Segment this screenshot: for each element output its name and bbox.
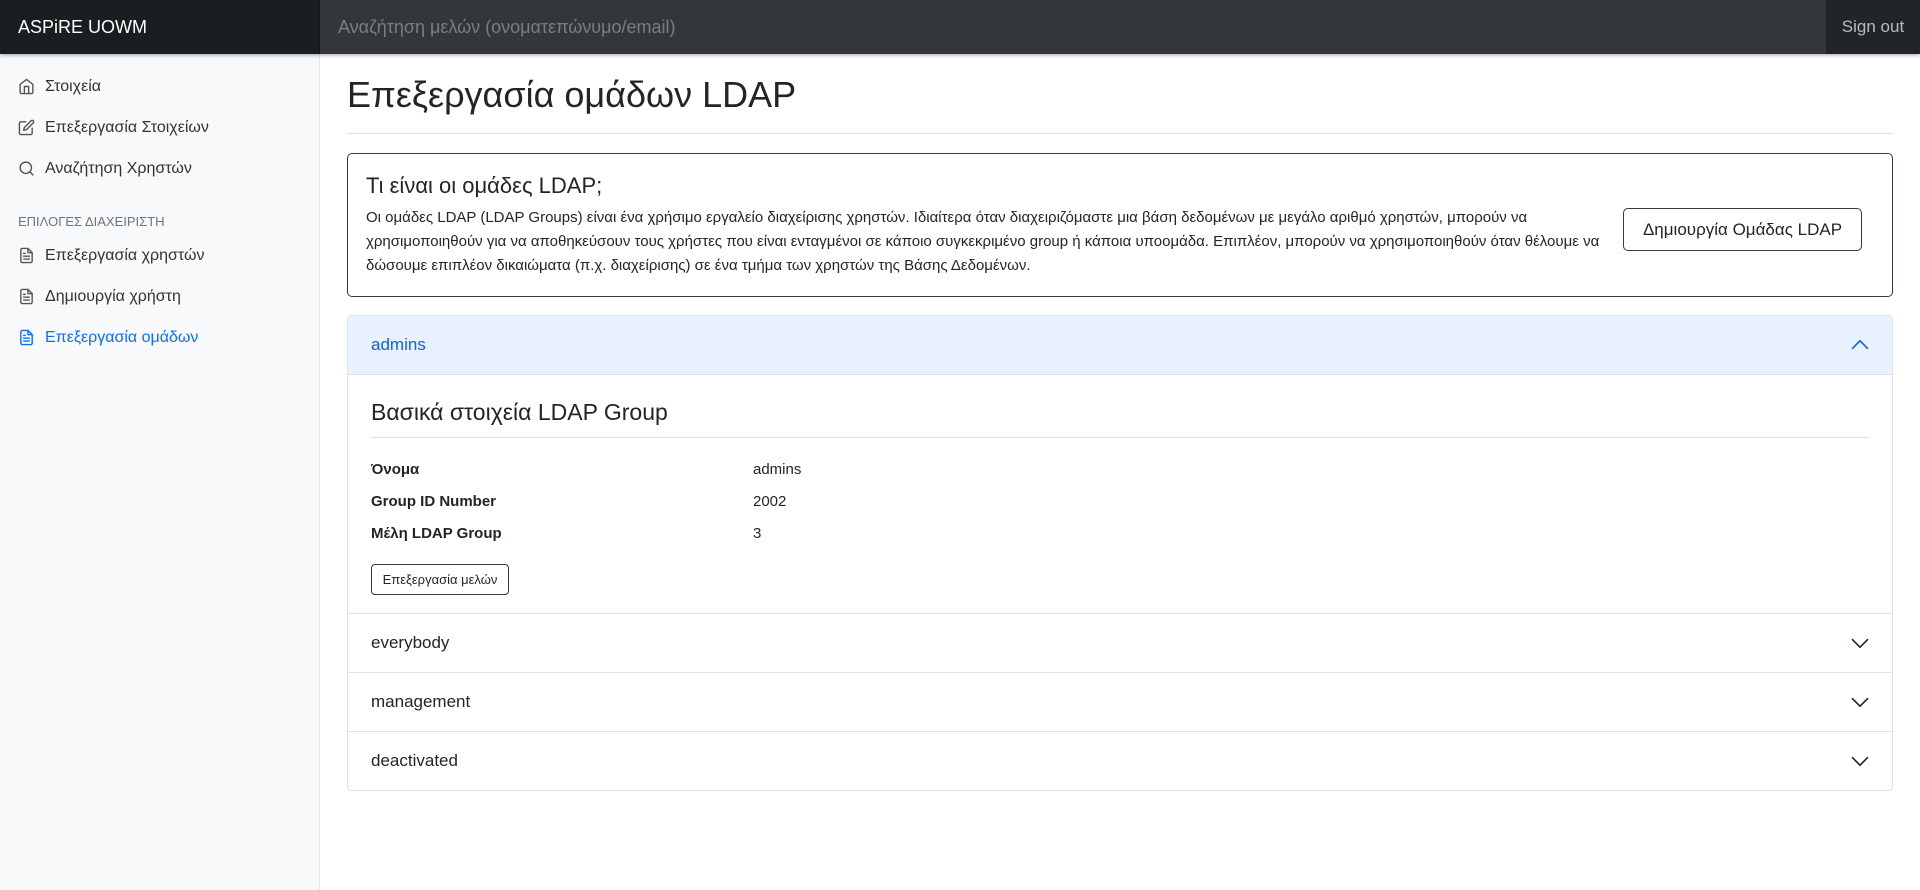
- brand-logo-text[interactable]: ASPiRE UOWM: [0, 0, 320, 54]
- page-title: Επεξεργασία ομάδων LDAP: [347, 74, 1893, 134]
- create-ldap-group-button[interactable]: Δημιουργία Ομάδας LDAP: [1623, 208, 1862, 251]
- sidebar-item-label: Δημιουργία χρήστη: [45, 287, 181, 305]
- top-navbar: ASPiRE UOWM Sign out: [0, 0, 1920, 54]
- accordion-header-everybody[interactable]: everybody: [348, 613, 1892, 672]
- chevron-down-icon: [1851, 756, 1869, 766]
- group-name: everybody: [371, 633, 450, 652]
- sidebar-item-create-user[interactable]: Δημιουργία χρήστη: [0, 276, 319, 317]
- info-card-title: Τι είναι οι ομάδες LDAP;: [366, 173, 603, 198]
- group-name: management: [371, 692, 471, 711]
- file-text-icon: [20, 288, 33, 305]
- chevron-down-icon: [1851, 638, 1869, 648]
- groups-accordion: admins Βασικά στοιχεία LDAP Group Όνομα …: [347, 315, 1893, 791]
- ldap-info-card: Τι είναι οι ομάδες LDAP; Οι ομάδες LDAP …: [347, 153, 1893, 297]
- group-details-list: Όνομα admins Group ID Number 2002 Μέλη L…: [371, 454, 1869, 550]
- sidebar-item-edit-groups[interactable]: Επεξεργασία ομάδων: [0, 317, 319, 358]
- sidebar-item-label: Στοιχεία: [45, 77, 102, 95]
- detail-row-gid: Group ID Number 2002: [371, 486, 1869, 518]
- member-search-input[interactable]: [320, 0, 1826, 54]
- info-card-text: Οι ομάδες LDAP (LDAP Groups) είναι ένα χ…: [366, 209, 1600, 274]
- sidebar-item-label: Επεξεργασία ομάδων: [45, 328, 199, 346]
- sidebar-item-search-users[interactable]: Αναζήτηση Χρηστών: [0, 148, 319, 189]
- detail-label: Μέλη LDAP Group: [371, 525, 502, 542]
- edit-icon: [18, 119, 35, 136]
- detail-value: 2002: [753, 493, 787, 510]
- sidebar-item-details[interactable]: Στοιχεία: [0, 66, 319, 107]
- detail-row-members: Μέλη LDAP Group 3: [371, 518, 1869, 550]
- edit-members-button[interactable]: Επεξεργασία μελών: [371, 564, 509, 595]
- detail-label: Όνομα: [371, 461, 420, 478]
- file-text-icon: [20, 247, 33, 264]
- chevron-up-icon: [1851, 340, 1869, 350]
- detail-label: Group ID Number: [371, 493, 497, 510]
- sign-out-link[interactable]: Sign out: [1826, 0, 1920, 54]
- accordion-body-admins: Βασικά στοιχεία LDAP Group Όνομα admins …: [348, 375, 1892, 613]
- accordion-header-deactivated[interactable]: deactivated: [348, 731, 1892, 790]
- file-text-icon: [20, 329, 33, 346]
- accordion-header-admins[interactable]: admins: [348, 316, 1892, 375]
- detail-row-name: Όνομα admins: [371, 454, 1869, 486]
- chevron-down-icon: [1851, 697, 1869, 707]
- group-name: admins: [371, 335, 426, 354]
- sidebar-item-edit-users[interactable]: Επεξεργασία χρηστών: [0, 235, 319, 276]
- accordion-header-management[interactable]: management: [348, 672, 1892, 731]
- sidebar-item-label: Επεξεργασία χρηστών: [45, 246, 205, 264]
- detail-value: 3: [753, 525, 762, 542]
- detail-value: admins: [753, 461, 802, 478]
- sidebar-item-label: Αναζήτηση Χρηστών: [45, 159, 192, 177]
- group-name: deactivated: [371, 751, 458, 770]
- sidebar-item-label: Επεξεργασία Στοιχείων: [45, 118, 209, 136]
- search-icon: [19, 161, 34, 176]
- group-details-title: Βασικά στοιχεία LDAP Group: [371, 397, 1869, 438]
- main-content: Επεξεργασία ομάδων LDAP Τι είναι οι ομάδ…: [347, 54, 1893, 791]
- admin-options-heading: ΕΠΙΛΟΓΕΣ ΔΙΑΧΕΙΡΙΣΤΗ: [18, 214, 165, 229]
- sidebar-item-edit-details[interactable]: Επεξεργασία Στοιχείων: [0, 107, 319, 148]
- sidebar: Στοιχεία Επεξεργασία Στοιχείων Αναζήτηση…: [0, 54, 320, 890]
- home-icon: [19, 78, 34, 95]
